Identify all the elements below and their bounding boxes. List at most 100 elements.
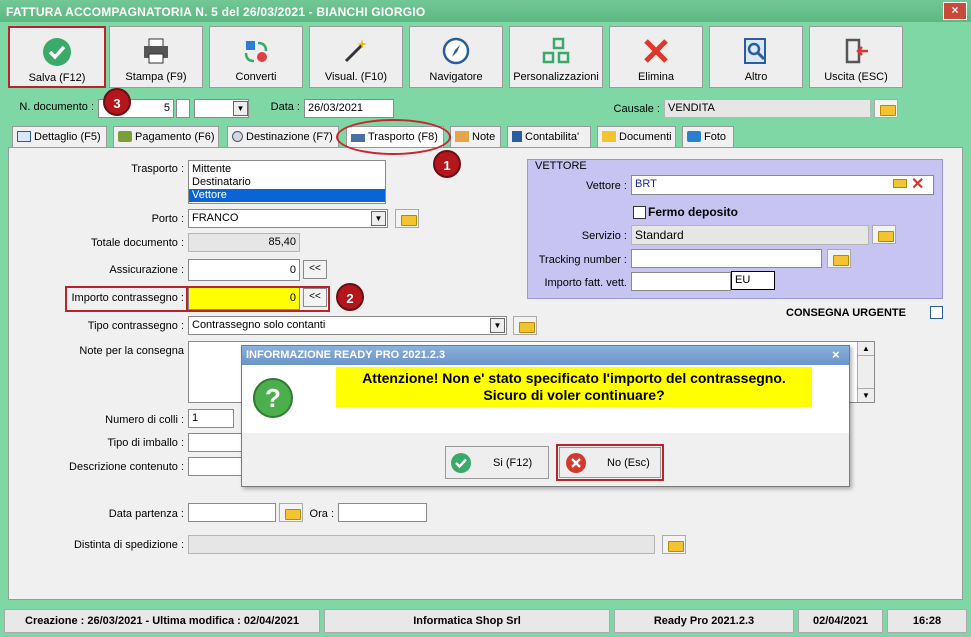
colli-input[interactable]: 1 bbox=[188, 409, 234, 428]
red-x-icon bbox=[644, 39, 668, 63]
save-button[interactable]: Salva (F12) bbox=[8, 26, 106, 88]
list-item[interactable]: Mittente bbox=[189, 161, 385, 176]
chevron-down-icon[interactable]: ▼ bbox=[490, 318, 505, 333]
tab-label: Dettaglio (F5) bbox=[34, 131, 101, 143]
servizio-input[interactable]: Standard bbox=[631, 225, 869, 245]
visualize-button[interactable]: Visual. (F10) bbox=[309, 26, 403, 88]
convert-icon bbox=[244, 41, 268, 63]
visualize-button-label: Visual. (F10) bbox=[324, 71, 388, 83]
tracking-input[interactable] bbox=[631, 249, 822, 268]
assicurazione-input[interactable]: 0 bbox=[188, 259, 300, 281]
navigator-button-label: Navigatore bbox=[429, 71, 483, 83]
step-badge-1: 1 bbox=[433, 150, 461, 178]
tab-note[interactable]: Note bbox=[450, 126, 501, 148]
chevron-down-icon[interactable]: ▼ bbox=[371, 211, 386, 226]
step-badge-2: 2 bbox=[336, 283, 364, 311]
tab-contabilita[interactable]: Contabilita' bbox=[507, 126, 591, 148]
porto-select[interactable]: FRANCO bbox=[188, 209, 388, 228]
trasporto-tab-highlight bbox=[336, 119, 451, 155]
importo-vettore-label: Importo fatt. vett. bbox=[544, 277, 627, 289]
note-scrollbar[interactable]: ▲ ▼ bbox=[857, 342, 874, 402]
dialog-title: INFORMAZIONE READY PRO 2021.2.3 bbox=[242, 346, 849, 365]
descrizione-input[interactable] bbox=[188, 457, 248, 476]
scroll-down-icon[interactable]: ▼ bbox=[858, 388, 874, 402]
tipo-contrassegno-select[interactable]: Contrassegno solo contanti bbox=[188, 316, 507, 335]
tab-dettaglio[interactable]: Dettaglio (F5) bbox=[12, 126, 107, 148]
imballo-input[interactable] bbox=[188, 433, 248, 452]
dialog-message-line1: Attenzione! Non e' stato specificato l'i… bbox=[362, 370, 786, 386]
ora-label: Ora : bbox=[309, 508, 334, 520]
list-item[interactable]: Destinatario bbox=[189, 176, 385, 189]
cancel-icon bbox=[566, 453, 586, 473]
status-time: 16:28 bbox=[887, 609, 967, 633]
step-badge-3: 3 bbox=[103, 88, 131, 116]
more-button[interactable]: Altro bbox=[709, 26, 803, 88]
print-button[interactable]: Stampa (F9) bbox=[109, 26, 203, 88]
date-input[interactable]: 26/03/2021 bbox=[304, 99, 394, 118]
book-icon bbox=[512, 131, 522, 142]
assicurazione-copy-button[interactable]: << bbox=[303, 260, 327, 279]
ora-input[interactable] bbox=[338, 503, 427, 522]
magnifier-doc-icon bbox=[744, 38, 766, 64]
tipo-contrassegno-folder-icon[interactable] bbox=[513, 316, 537, 335]
tab-foto[interactable]: Foto bbox=[682, 126, 734, 148]
dialog-no-button[interactable]: No (Esc) bbox=[559, 447, 661, 478]
servizio-label: Servizio : bbox=[581, 230, 627, 242]
more-button-label: Altro bbox=[744, 71, 768, 83]
exit-button[interactable]: Uscita (ESC) bbox=[809, 26, 903, 88]
importo-vettore-input[interactable] bbox=[631, 272, 731, 291]
distinta-folder-icon[interactable] bbox=[662, 535, 686, 554]
distinta-input[interactable] bbox=[188, 535, 655, 554]
consegna-urgente-checkbox[interactable] bbox=[930, 306, 943, 319]
vettore-group-title: VETTORE bbox=[535, 160, 587, 172]
window-close-button[interactable]: × bbox=[943, 2, 967, 20]
tab-destinazione[interactable]: Destinazione (F7) bbox=[227, 126, 339, 148]
causale-folder-icon[interactable] bbox=[874, 99, 898, 118]
check-icon bbox=[43, 38, 71, 66]
vettore-clear-icon[interactable]: ✕ bbox=[911, 174, 924, 194]
tab-label: Contabilita' bbox=[525, 131, 580, 143]
customize-button[interactable]: Personalizzazioni bbox=[509, 26, 603, 88]
tab-documenti[interactable]: Documenti bbox=[597, 126, 676, 148]
fermo-deposito-checkbox[interactable] bbox=[633, 206, 646, 219]
list-item-selected[interactable]: Vettore bbox=[189, 189, 385, 202]
dialog-close-icon[interactable]: × bbox=[832, 347, 840, 362]
tipo-contrassegno-label: Tipo contrassegno : bbox=[87, 320, 184, 332]
chevron-down-icon[interactable]: ▼ bbox=[233, 101, 248, 116]
causale-input[interactable]: VENDITA bbox=[664, 99, 871, 118]
tab-pagamento[interactable]: Pagamento (F6) bbox=[113, 126, 219, 148]
data-partenza-input[interactable] bbox=[188, 503, 276, 522]
note-label: Note per la consegna bbox=[79, 345, 184, 357]
colli-label: Numero di colli : bbox=[105, 414, 184, 426]
distinta-label: Distinta di spedizione : bbox=[73, 539, 184, 551]
tab-label: Pagamento (F6) bbox=[135, 131, 215, 143]
scroll-up-icon[interactable]: ▲ bbox=[858, 342, 874, 356]
servizio-folder-icon[interactable] bbox=[872, 225, 896, 244]
question-icon: ? bbox=[253, 378, 293, 418]
printer-icon bbox=[144, 38, 168, 64]
note-icon bbox=[455, 131, 469, 142]
data-partenza-label: Data partenza : bbox=[108, 508, 184, 520]
trasporto-label: Trasporto : bbox=[131, 163, 184, 175]
porto-folder-icon[interactable] bbox=[395, 209, 419, 228]
descrizione-label: Descrizione contenuto : bbox=[69, 461, 184, 473]
vettore-input[interactable]: BRT bbox=[631, 175, 934, 195]
delete-button-label: Elimina bbox=[637, 71, 675, 83]
info-dialog: INFORMAZIONE READY PRO 2021.2.3 × ? Atte… bbox=[241, 345, 850, 487]
navigator-button[interactable]: Navigatore bbox=[409, 26, 503, 88]
fermo-deposito-label: Fermo deposito bbox=[648, 205, 739, 219]
delete-button[interactable]: Elimina bbox=[609, 26, 703, 88]
date-label: Data : bbox=[270, 101, 300, 113]
tracking-folder-icon[interactable] bbox=[827, 249, 851, 268]
window-title: FATTURA ACCOMPAGNATORIA N. 5 del 26/03/2… bbox=[0, 0, 971, 22]
status-company: Informatica Shop Srl bbox=[324, 609, 610, 633]
money-icon bbox=[118, 131, 132, 142]
vettore-folder-icon[interactable] bbox=[893, 179, 907, 188]
totale-value: 85,40 bbox=[188, 233, 300, 252]
trasporto-listbox[interactable]: Mittente Destinatario Vettore bbox=[188, 160, 386, 204]
convert-button[interactable]: Converti bbox=[209, 26, 303, 88]
grid-icon bbox=[17, 131, 31, 142]
currency-input[interactable]: EU bbox=[731, 271, 775, 290]
svg-text:?: ? bbox=[265, 383, 281, 413]
dialog-yes-button[interactable]: Si (F12) bbox=[445, 446, 549, 479]
